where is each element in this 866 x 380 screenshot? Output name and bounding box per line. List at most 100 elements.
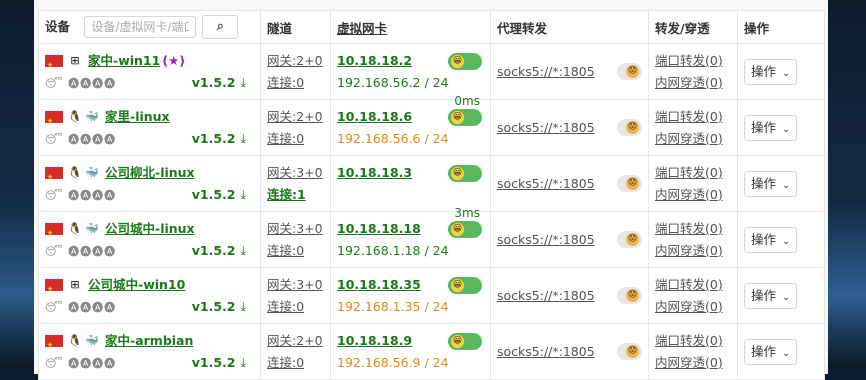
forward-cell: 端口转发(0) 内网穿透(0) — [648, 323, 738, 380]
version-label[interactable]: v1.5.2 ⤓ — [192, 352, 246, 374]
chevron-down-icon: ⌄ — [782, 291, 791, 303]
vnic-ip-link[interactable]: 10.18.18.18 — [337, 221, 421, 236]
proxy-link[interactable]: socks5://*:1805 — [497, 120, 595, 135]
offline-sad-icon: 😟 — [626, 121, 639, 134]
ops-dropdown[interactable]: 操作 ⌄ — [744, 58, 798, 85]
device-name-link[interactable]: 公司城中-linux — [105, 218, 195, 240]
offline-sad-icon: 😟 — [626, 177, 639, 190]
connection-link[interactable]: 连接:0 — [267, 131, 304, 146]
nat-traversal-link[interactable]: 内网穿透(0) — [655, 128, 731, 150]
gateway-link[interactable]: 网关:2+0 — [267, 53, 323, 68]
port-forward-link[interactable]: 端口转发(0) — [655, 274, 731, 296]
vnic-toggle[interactable]: 😀 — [448, 164, 482, 182]
device-name-link[interactable]: 家中-win11 — [88, 50, 160, 72]
gateway-link[interactable]: 网关:3+0 — [267, 277, 323, 292]
device-name-link[interactable]: 家中-armbian — [105, 330, 193, 352]
docker-whale-icon: 🐳 — [85, 221, 99, 235]
connection-link[interactable]: 连接:0 — [267, 243, 304, 258]
lan-subnet: 192.168.56.6 / 24 — [337, 130, 449, 146]
download-icon[interactable]: ⤓ — [240, 187, 246, 202]
ops-cell: 操作 ⌄ — [737, 155, 825, 212]
search-button[interactable]: ⌕ — [202, 15, 239, 39]
version-label[interactable]: v1.5.2 ⤓ — [192, 296, 246, 318]
tunnel-cell: 网关:2+0 连接:0 — [260, 99, 331, 156]
gateway-link[interactable]: 网关:2+0 — [267, 333, 323, 348]
download-icon[interactable]: ⤓ — [240, 131, 246, 146]
proxy-toggle[interactable]: 😟 — [616, 63, 642, 80]
vnic-toggle[interactable]: 😀 — [448, 52, 482, 70]
port-forward-link[interactable]: 端口转发(0) — [655, 162, 731, 184]
vnic-ip-link[interactable]: 10.18.18.35 — [337, 277, 421, 292]
device-name-link[interactable]: 家里-linux — [105, 106, 170, 128]
ops-dropdown[interactable]: 操作 ⌄ — [744, 114, 798, 141]
vnic-ip-link[interactable]: 10.18.18.3 — [337, 165, 412, 180]
port-forward-link[interactable]: 端口转发(0) — [655, 218, 731, 240]
device-name-link[interactable]: 公司城中-win10 — [88, 274, 185, 296]
ops-dropdown[interactable]: 操作 ⌄ — [744, 170, 798, 197]
connection-link[interactable]: 连接:0 — [267, 355, 304, 370]
ops-dropdown[interactable]: 操作 ⌄ — [744, 282, 798, 309]
nat-traversal-link[interactable]: 内网穿透(0) — [655, 184, 731, 206]
gateway-link[interactable]: 网关:3+0 — [267, 165, 323, 180]
vnic-cell: 10.18.18.35 😀 192.168.1.35 / 24 — [330, 267, 491, 324]
proxy-link[interactable]: socks5://*:1805 — [497, 64, 595, 79]
device-column-header: 设备 ⌕ — [38, 10, 261, 44]
ops-dropdown[interactable]: 操作 ⌄ — [744, 338, 798, 365]
proxy-toggle[interactable]: 😟 — [616, 119, 642, 136]
nat-traversal-link[interactable]: 内网穿透(0) — [655, 72, 731, 94]
download-icon[interactable]: ⤓ — [240, 299, 246, 314]
nat-traversal-link[interactable]: 内网穿透(0) — [655, 352, 731, 374]
port-forward-link[interactable]: 端口转发(0) — [655, 50, 731, 72]
version-label[interactable]: v1.5.2 ⤓ — [192, 72, 246, 94]
device-search-input[interactable] — [84, 16, 197, 38]
devices-table: 设备 ⌕ 隧道 虚拟网卡 代理转发 转发/穿透 操作 ⊞ 家中-win11 (★… — [38, 10, 825, 380]
table-header-row: 设备 ⌕ 隧道 虚拟网卡 代理转发 转发/穿透 操作 — [38, 10, 825, 44]
vnic-cell: 10.18.18.6 😀 192.168.56.6 / 24 — [330, 99, 491, 156]
nat-traversal-link[interactable]: 内网穿透(0) — [655, 240, 731, 262]
vnic-ip-link[interactable]: 10.18.18.6 — [337, 109, 412, 124]
download-icon[interactable]: ⤓ — [240, 355, 246, 370]
lan-subnet: 192.168.1.18 / 24 — [337, 242, 449, 258]
lan-subnet: 192.168.56.9 / 24 — [337, 354, 449, 370]
china-flag-icon — [45, 54, 63, 76]
gateway-link[interactable]: 网关:2+0 — [267, 109, 323, 124]
ops-dropdown[interactable]: 操作 ⌄ — [744, 226, 798, 253]
proxy-link[interactable]: socks5://*:1805 — [497, 288, 595, 303]
port-forward-link[interactable]: 端口转发(0) — [655, 106, 731, 128]
download-icon[interactable]: ⤓ — [240, 243, 246, 258]
proxy-link[interactable]: socks5://*:1805 — [497, 176, 595, 191]
download-icon[interactable]: ⤓ — [240, 75, 246, 90]
vnic-toggle[interactable]: 😀 — [448, 332, 482, 350]
vnic-toggle[interactable]: 😀 — [448, 276, 482, 294]
version-label[interactable]: v1.5.2 ⤓ — [192, 184, 246, 206]
port-forward-link[interactable]: 端口转发(0) — [655, 330, 731, 352]
vnic-column-header[interactable]: 虚拟网卡 — [330, 10, 491, 44]
version-label[interactable]: v1.5.2 ⤓ — [192, 240, 246, 262]
proxy-link[interactable]: socks5://*:1805 — [497, 232, 595, 247]
version-label[interactable]: v1.5.2 ⤓ — [192, 128, 246, 150]
gateway-link[interactable]: 网关:3+0 — [267, 221, 323, 236]
docker-whale-icon: 🐳 — [85, 109, 99, 123]
vnic-cell: 10.18.18.18 😀 192.168.1.18 / 24 — [330, 211, 491, 268]
proxy-link[interactable]: socks5://*:1805 — [497, 344, 595, 359]
vnic-ip-link[interactable]: 10.18.18.2 — [337, 53, 412, 68]
proxy-toggle[interactable]: 😟 — [616, 231, 642, 248]
device-cell: 🐧 🐳 家里-linux 😴 🅐🅐🅐🅐 v1.5.2⤓ — [38, 99, 261, 156]
nat-traversal-link[interactable]: 内网穿透(0) — [655, 296, 731, 318]
proxy-toggle[interactable]: 😟 — [616, 175, 642, 192]
ops-column-header: 操作 — [737, 10, 825, 44]
proxy-toggle[interactable]: 😟 — [616, 287, 642, 304]
linux-tux-icon: 🐧 — [68, 221, 82, 235]
device-name-link[interactable]: 公司柳北-linux — [105, 162, 195, 184]
vnic-toggle[interactable]: 😀 — [448, 220, 482, 238]
vnic-ip-link[interactable]: 10.18.18.9 — [337, 333, 412, 348]
connection-link[interactable]: 连接:0 — [267, 299, 304, 314]
china-flag-icon — [45, 166, 63, 188]
connection-link[interactable]: 连接:0 — [267, 75, 304, 90]
device-row: ⊞ 家中-win11 (★) 😴 🅐🅐🅐🅐 v1.5.2⤓ 网关:2+0 连接:… — [38, 43, 825, 108]
tunnel-column-header: 隧道 — [260, 10, 331, 44]
online-smiley-icon: 😀 — [451, 334, 464, 348]
proxy-toggle[interactable]: 😟 — [616, 343, 642, 360]
connection-link[interactable]: 连接:1 — [267, 187, 306, 202]
vnic-toggle[interactable]: 😀 — [448, 108, 482, 126]
